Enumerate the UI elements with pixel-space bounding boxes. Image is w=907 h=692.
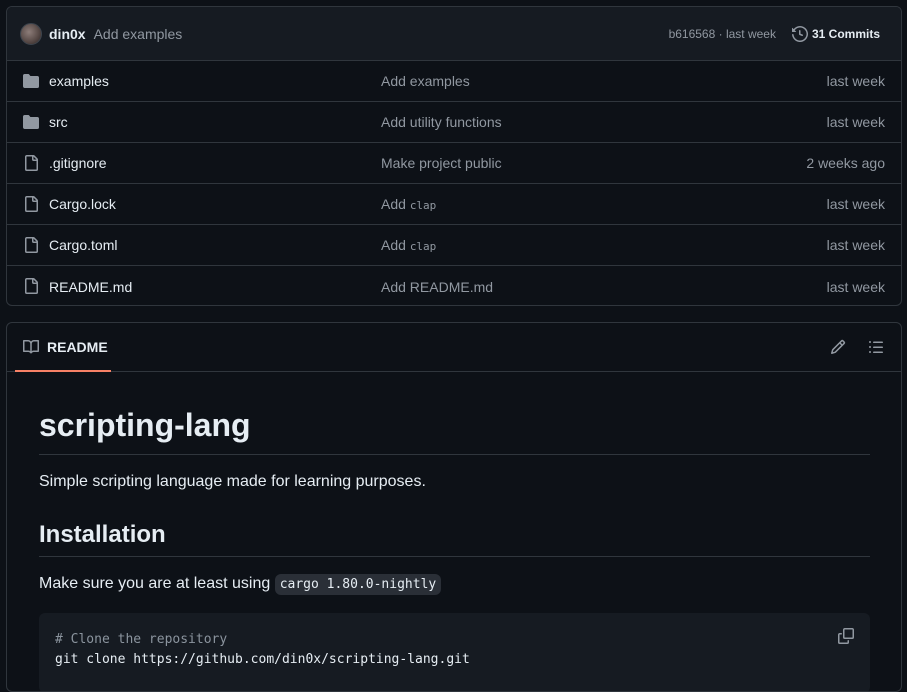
commits-count-label: 31 Commits bbox=[811, 26, 880, 41]
commits-button[interactable]: 31 Commits bbox=[791, 25, 880, 42]
install-inline-code: cargo 1.80.0-nightly bbox=[274, 574, 442, 595]
readme-header: README bbox=[7, 323, 901, 372]
file-commit-message[interactable]: Add README.md bbox=[381, 279, 493, 295]
file-commit-code: clap bbox=[409, 240, 437, 253]
history-icon bbox=[791, 25, 808, 42]
file-icon bbox=[25, 237, 38, 253]
book-icon bbox=[23, 339, 39, 353]
code-line: git clone https://github.com/din0x/scrip… bbox=[55, 652, 470, 667]
file-commit-text: Add examples bbox=[381, 73, 470, 89]
file-commit-message[interactable]: Add clap bbox=[381, 196, 436, 212]
commit-sha[interactable]: b616568 · last week bbox=[669, 27, 776, 41]
code-block: # Clone the repository git clone https:/… bbox=[39, 613, 870, 691]
readme-panel: README scripting-lang Simple scripting l… bbox=[6, 322, 902, 692]
file-commit-text: Add bbox=[381, 196, 410, 212]
file-row[interactable]: Cargo.toml Add clap last week bbox=[7, 225, 901, 266]
file-icon bbox=[25, 196, 38, 212]
install-requirement: Make sure you are at least using cargo 1… bbox=[39, 574, 442, 595]
file-date: 2 weeks ago bbox=[806, 155, 885, 171]
commit-message[interactable]: Add examples bbox=[94, 26, 183, 42]
file-commit-message[interactable]: Make project public bbox=[381, 155, 502, 171]
file-commit-text: Add utility functions bbox=[381, 114, 502, 130]
file-row[interactable]: src Add utility functions last week bbox=[7, 102, 901, 143]
file-row[interactable]: examples Add examples last week bbox=[7, 61, 901, 102]
readme-title: scripting-lang bbox=[39, 407, 251, 443]
file-date: last week bbox=[826, 196, 885, 212]
readme-description: Simple scripting language made for learn… bbox=[39, 473, 426, 490]
file-name[interactable]: examples bbox=[49, 73, 109, 89]
file-commit-message[interactable]: Add clap bbox=[381, 237, 436, 253]
folder-icon bbox=[23, 115, 39, 129]
file-row[interactable]: .gitignore Make project public 2 weeks ago bbox=[7, 143, 901, 184]
code-comment: # Clone the repository bbox=[55, 632, 228, 647]
tab-readme[interactable]: README bbox=[15, 323, 111, 372]
file-name[interactable]: Cargo.toml bbox=[49, 237, 117, 253]
file-date: last week bbox=[826, 237, 885, 253]
list-icon[interactable] bbox=[868, 339, 884, 355]
installation-heading: Installation bbox=[39, 521, 166, 548]
commit-author[interactable]: din0x bbox=[49, 26, 86, 42]
file-commit-text: Add bbox=[381, 237, 410, 253]
latest-commit-header: din0x Add examples b616568 · last week 3… bbox=[7, 7, 901, 61]
file-icon bbox=[25, 155, 38, 171]
file-date: last week bbox=[826, 73, 885, 89]
file-row[interactable]: README.md Add README.md last week bbox=[7, 266, 901, 305]
file-name[interactable]: src bbox=[49, 114, 68, 130]
file-row[interactable]: Cargo.lock Add clap last week bbox=[7, 184, 901, 225]
file-name[interactable]: .gitignore bbox=[49, 155, 107, 171]
file-name[interactable]: Cargo.lock bbox=[49, 196, 116, 212]
file-commit-text: Add README.md bbox=[381, 278, 494, 295]
install-text: Make sure you are at least using bbox=[39, 575, 275, 592]
file-commit-message[interactable]: Add examples bbox=[381, 73, 470, 89]
file-commit-message[interactable]: Add utility functions bbox=[381, 114, 502, 130]
title-divider bbox=[39, 454, 870, 455]
file-commit-code: clap bbox=[409, 199, 437, 212]
copy-icon[interactable] bbox=[838, 628, 854, 644]
file-date: last week bbox=[826, 114, 885, 130]
folder-icon bbox=[23, 74, 39, 88]
file-date: last week bbox=[826, 278, 885, 295]
avatar[interactable] bbox=[20, 22, 42, 45]
pencil-icon[interactable] bbox=[830, 339, 846, 355]
file-name[interactable]: README.md bbox=[49, 279, 132, 295]
readme-tab-label: README bbox=[47, 338, 108, 355]
installation-divider bbox=[39, 556, 870, 557]
file-icon bbox=[25, 278, 38, 294]
file-commit-text: Make project public bbox=[381, 155, 502, 171]
file-list: din0x Add examples b616568 · last week 3… bbox=[6, 6, 902, 306]
